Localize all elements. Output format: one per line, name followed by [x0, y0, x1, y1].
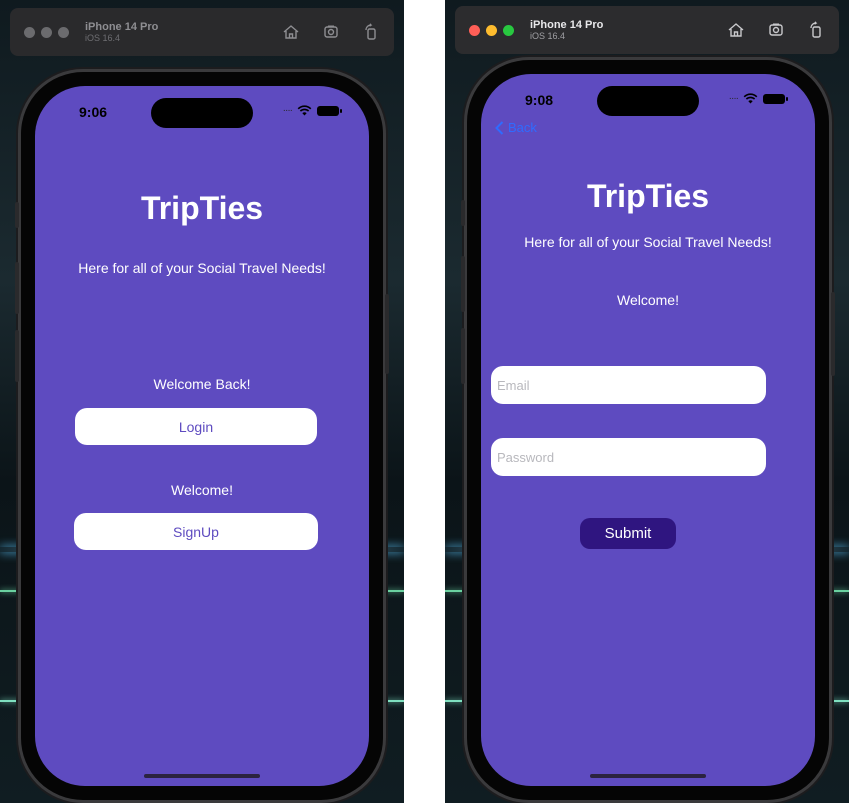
device-info: iPhone 14 Pro iOS 16.4 [85, 21, 158, 44]
device-name: iPhone 14 Pro [530, 18, 604, 31]
screenshot-icon[interactable] [322, 23, 340, 41]
app-screen-signup: 9:08 ···· Back TripTies Here for all of … [481, 74, 815, 786]
simulator-toolbar: iPhone 14 Pro iOS 16.4 [455, 6, 839, 54]
volume-down-button [461, 328, 465, 384]
back-label: Back [508, 120, 537, 135]
status-time: 9:06 [79, 104, 108, 120]
power-button [831, 292, 835, 376]
welcome-back-label: Welcome Back! [153, 376, 251, 392]
home-indicator [144, 774, 260, 778]
volume-up-button [15, 262, 19, 314]
tagline: Here for all of your Social Travel Needs… [78, 260, 326, 276]
simulator-window-right: iPhone 14 Pro iOS 16.4 9:08 ···· Back Tr… [445, 0, 849, 803]
screenshot-icon[interactable] [767, 21, 785, 39]
rotate-icon[interactable] [807, 21, 825, 39]
zoom-window-button[interactable] [58, 26, 69, 38]
simulator-toolbar: iPhone 14 Pro iOS 16.4 [10, 8, 394, 56]
email-field[interactable] [491, 366, 766, 404]
welcome-label: Welcome! [171, 482, 233, 498]
home-indicator [590, 774, 706, 778]
app-title: TripTies [586, 178, 710, 214]
mute-switch [15, 202, 19, 228]
mute-switch [461, 200, 465, 226]
window-controls [469, 24, 514, 36]
iphone-frame: 9:08 ···· Back TripTies Here for all of … [461, 60, 835, 800]
submit-button[interactable]: Submit [580, 518, 676, 549]
back-button[interactable]: Back [495, 120, 537, 135]
status-time: 9:08 [525, 92, 554, 108]
volume-up-button [461, 256, 465, 312]
iphone-frame: 9:06 ···· TripTies Here for all of your … [15, 72, 389, 800]
volume-down-button [15, 330, 19, 382]
wifi-icon [297, 105, 312, 116]
login-button[interactable]: Login [75, 408, 317, 445]
zoom-window-button[interactable] [503, 24, 514, 36]
chevron-left-icon [495, 120, 504, 135]
signup-button[interactable]: SignUp [74, 513, 318, 550]
password-field[interactable] [491, 438, 766, 476]
welcome-label: Welcome! [617, 292, 679, 308]
tagline: Here for all of your Social Travel Needs… [524, 234, 772, 250]
app-title: TripTies [140, 190, 264, 226]
dynamic-island [597, 86, 699, 116]
dynamic-island [151, 98, 253, 128]
app-screen-landing: 9:06 ···· TripTies Here for all of your … [35, 86, 369, 786]
close-window-button[interactable] [24, 26, 35, 38]
os-version: iOS 16.4 [530, 31, 566, 42]
os-version: iOS 16.4 [85, 33, 121, 44]
rotate-icon[interactable] [362, 23, 380, 41]
battery-icon [317, 105, 342, 116]
window-controls [24, 26, 69, 38]
status-icons: ···· [282, 105, 342, 116]
device-info: iPhone 14 Pro iOS 16.4 [530, 19, 603, 42]
minimize-window-button[interactable] [41, 26, 52, 38]
power-button [385, 294, 389, 374]
simulator-window-left: iPhone 14 Pro iOS 16.4 9:06 ···· TripTie… [0, 0, 404, 803]
device-name: iPhone 14 Pro [85, 20, 159, 33]
wifi-icon [743, 93, 758, 104]
battery-icon [763, 93, 788, 104]
home-icon[interactable] [727, 21, 745, 39]
home-icon[interactable] [282, 23, 300, 41]
cellular-icon: ···· [282, 105, 293, 116]
close-window-button[interactable] [469, 24, 480, 36]
minimize-window-button[interactable] [486, 24, 497, 36]
cellular-icon: ···· [728, 93, 739, 104]
status-icons: ···· [728, 93, 788, 104]
